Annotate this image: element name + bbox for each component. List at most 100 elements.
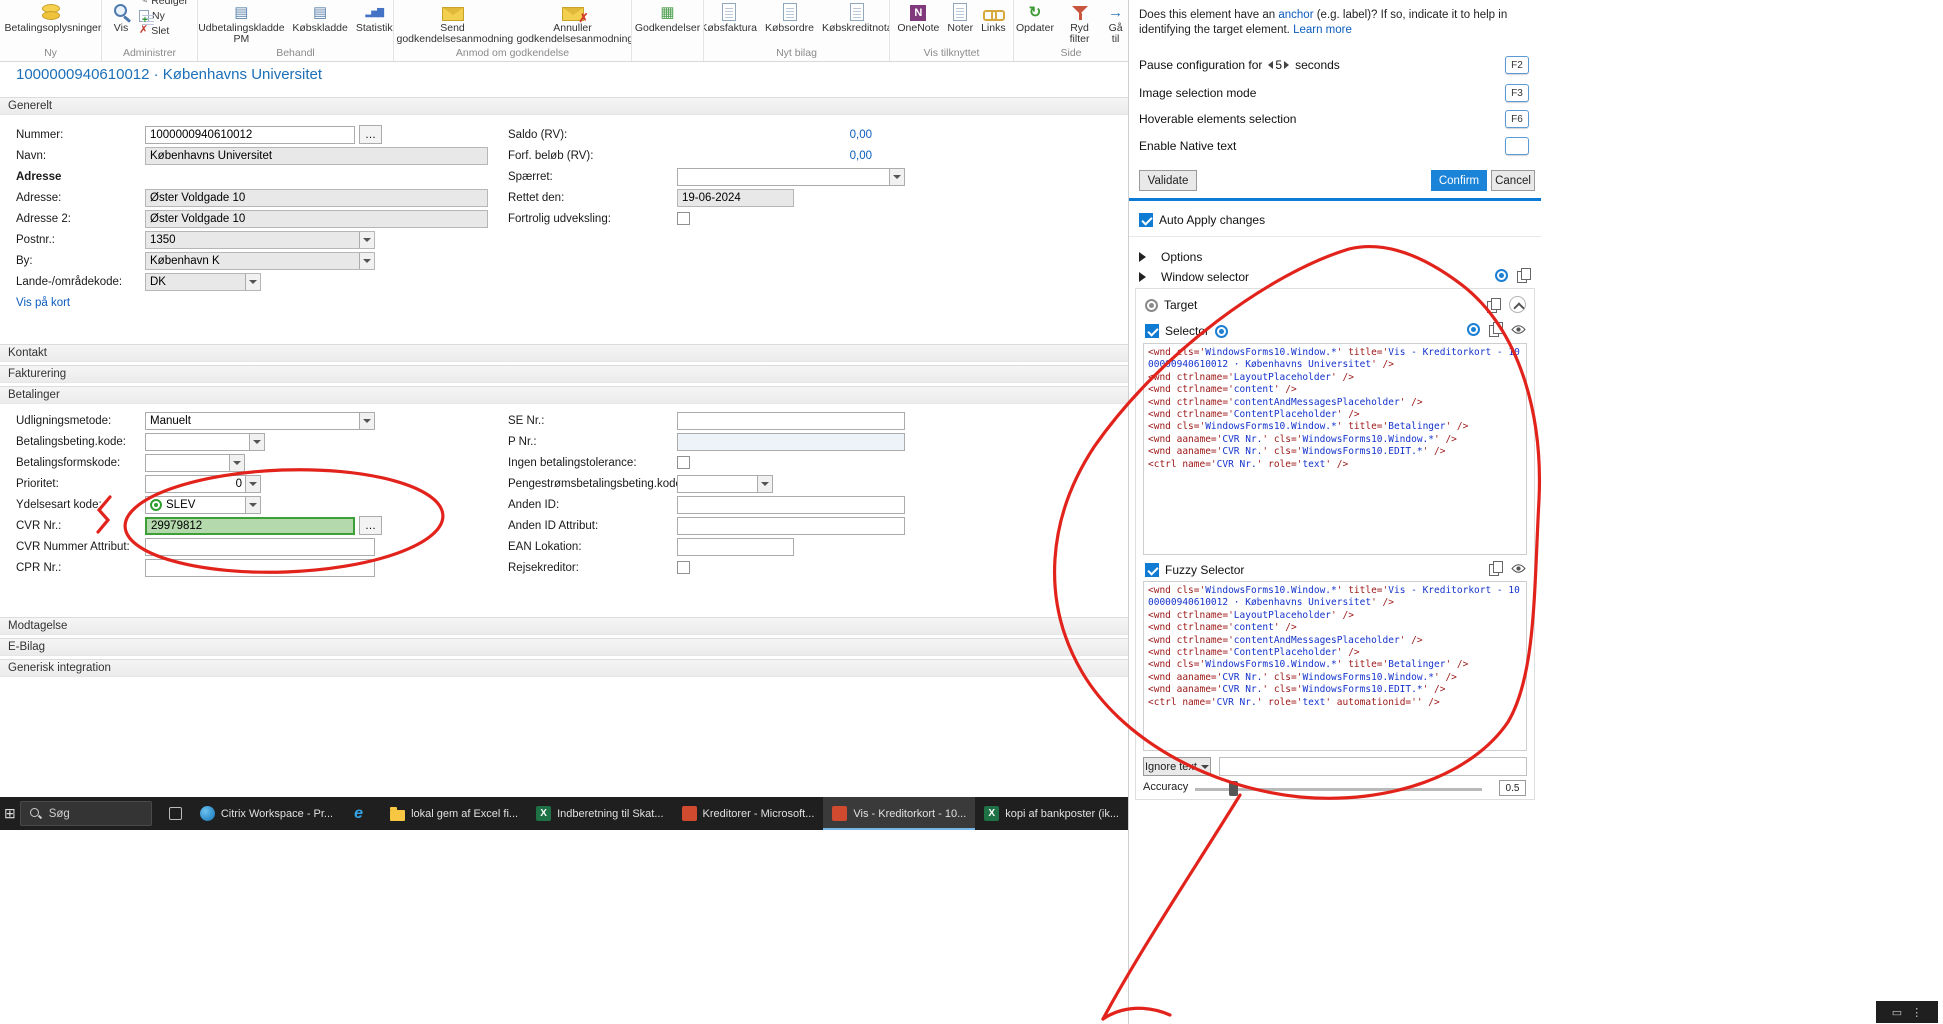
ignore-text-input[interactable] xyxy=(1219,757,1527,776)
forf-belob-value[interactable]: 0,00 xyxy=(677,150,872,162)
ribbon-betalingsoplysninger[interactable]: Betalingsoplysninger xyxy=(5,0,101,34)
accuracy-value[interactable]: 0.5 xyxy=(1499,780,1526,796)
confirm-button[interactable]: Confirm xyxy=(1431,170,1487,191)
selector-checkbox[interactable] xyxy=(1145,324,1159,338)
section-ebilag[interactable]: E-Bilag xyxy=(0,638,1128,656)
target-header[interactable]: Target xyxy=(1145,296,1527,314)
ribbon-send-godkendelse[interactable]: Send godkendelsesanmodning xyxy=(397,0,513,45)
ribbon-godkendelser[interactable]: ▦ Godkendelser xyxy=(635,0,700,34)
landekode-dropdown[interactable]: DK xyxy=(145,272,261,291)
system-tray-fragment[interactable]: ▭ ⋮ xyxy=(1876,1001,1938,1023)
ribbon-udbetalingskladde[interactable]: ▤ Udbetalingskladde PM xyxy=(198,0,284,45)
tolerance-checkbox[interactable] xyxy=(677,456,690,469)
start-button[interactable]: ⊞ xyxy=(0,805,20,822)
caret-down-icon[interactable] xyxy=(359,252,374,269)
increase-arrow-icon[interactable] xyxy=(1284,61,1293,69)
taskbar-item-citrix[interactable]: Citrix Workspace - Pr... xyxy=(191,797,342,830)
section-modtagelse[interactable]: Modtagelse xyxy=(0,617,1128,635)
indicate-target-icon[interactable] xyxy=(1495,268,1508,282)
navn-input[interactable]: Københavns Universitet xyxy=(145,146,488,165)
cvr-lookup-button[interactable]: … xyxy=(359,516,382,535)
udligningsmetode-dropdown[interactable]: Manuelt xyxy=(145,411,375,430)
pengestroms-dropdown[interactable] xyxy=(677,474,773,493)
betalingsbeting-dropdown[interactable] xyxy=(145,432,265,451)
caret-down-icon[interactable] xyxy=(245,496,260,513)
section-generelt[interactable]: Generelt xyxy=(0,97,1128,115)
caret-down-icon[interactable] xyxy=(249,433,264,450)
nummer-lookup-button[interactable]: … xyxy=(359,125,382,144)
rettet-den-input[interactable]: 19-06-2024 xyxy=(677,188,794,207)
prioritet-dropdown[interactable]: 0 xyxy=(145,474,261,493)
cvr-attribut-input[interactable] xyxy=(145,537,375,556)
fortrolig-checkbox[interactable] xyxy=(677,212,690,225)
caret-down-icon[interactable] xyxy=(245,273,260,290)
anden-id-input[interactable] xyxy=(677,495,905,514)
taskbar-item-edge[interactable]: e xyxy=(342,797,381,830)
auto-apply-checkbox[interactable] xyxy=(1139,213,1153,227)
taskbar-item-folder[interactable]: lokal gem af Excel fi... xyxy=(381,797,527,830)
decrease-arrow-icon[interactable] xyxy=(1264,61,1274,69)
ribbon-rediger[interactable]: ✎ Rediger xyxy=(139,0,188,8)
caret-down-icon[interactable] xyxy=(359,231,374,248)
collapse-chevron-icon[interactable] xyxy=(1509,296,1526,313)
postnr-dropdown[interactable]: 1350 xyxy=(145,230,375,249)
caret-down-icon[interactable] xyxy=(359,412,374,429)
copy-icon[interactable] xyxy=(1489,322,1503,337)
copy-icon[interactable] xyxy=(1487,297,1501,313)
ribbon-kobskreditnota[interactable]: Købskreditnota xyxy=(822,0,889,34)
eye-icon[interactable] xyxy=(1511,324,1526,335)
ribbon-links[interactable]: Links xyxy=(981,0,1006,34)
caret-down-icon[interactable] xyxy=(757,475,772,492)
ribbon-vis[interactable]: Vis xyxy=(111,0,131,34)
ribbon-noter[interactable]: Noter xyxy=(947,0,973,34)
taskbar-item-indberetning[interactable]: X Indberetning til Skat... xyxy=(527,797,672,830)
ribbon-statistik[interactable]: ▂▅▇ Statistik xyxy=(356,0,393,34)
rejsekreditor-checkbox[interactable] xyxy=(677,561,690,574)
ribbon-ga-til[interactable]: → Gå til xyxy=(1105,0,1126,45)
anden-id-attribut-input[interactable] xyxy=(677,516,905,535)
caret-down-icon[interactable] xyxy=(889,168,904,185)
options-collapsible[interactable]: Options xyxy=(1139,248,1533,266)
caret-down-icon[interactable] xyxy=(229,454,244,471)
copy-icon[interactable] xyxy=(1489,561,1503,576)
ribbon-kobskladde[interactable]: ▤ Købskladde xyxy=(292,0,347,34)
cancel-button[interactable]: Cancel xyxy=(1491,170,1535,191)
ribbon-opdater[interactable]: ↻ Opdater xyxy=(1016,0,1054,34)
p-nr-input[interactable] xyxy=(677,432,905,451)
ignore-text-dropdown[interactable]: Ignore text xyxy=(1143,757,1211,776)
cpr-input[interactable] xyxy=(145,558,375,577)
fuzzy-selector-checkbox[interactable] xyxy=(1145,563,1159,577)
ribbon-ryd-filter[interactable]: Ryd filter xyxy=(1062,0,1097,45)
betalingsformskode-dropdown[interactable] xyxy=(145,453,245,472)
taskbar-search[interactable]: Søg xyxy=(19,801,152,826)
copy-icon[interactable] xyxy=(1517,268,1531,283)
spaerret-dropdown[interactable] xyxy=(677,167,905,186)
window-selector-collapsible[interactable]: Window selector xyxy=(1139,268,1533,286)
section-kontakt[interactable]: Kontakt xyxy=(0,344,1128,362)
ribbon-ny-small[interactable]: Ny xyxy=(139,8,188,25)
vis-pa-kort-link[interactable]: Vis på kort xyxy=(16,297,70,309)
by-dropdown[interactable]: København K xyxy=(145,251,375,270)
validate-button[interactable]: Validate xyxy=(1139,170,1197,191)
selector-code-editor[interactable]: <wnd cls='WindowsForms10.Window.*' title… xyxy=(1143,343,1527,555)
adresse2-input[interactable]: Øster Voldgade 10 xyxy=(145,209,488,228)
section-betalinger[interactable]: Betalinger xyxy=(0,386,1128,404)
cvr-input[interactable]: 29979812 xyxy=(145,516,355,535)
section-generisk-integration[interactable]: Generisk integration xyxy=(0,659,1128,677)
nummer-input[interactable]: 1000000940610012 xyxy=(145,125,355,144)
learn-more-link[interactable]: Learn more xyxy=(1293,24,1352,36)
ribbon-kobsfaktura[interactable]: Købsfaktura xyxy=(704,0,757,34)
taskbar-item-kreditorkort[interactable]: Vis - Kreditorkort - 10... xyxy=(823,797,976,830)
ean-lokation-input[interactable] xyxy=(677,537,794,556)
eye-icon[interactable] xyxy=(1511,563,1526,574)
se-nr-input[interactable] xyxy=(677,411,905,430)
taskbar-item-kreditorer[interactable]: Kreditorer - Microsoft... xyxy=(673,797,824,830)
saldo-value[interactable]: 0,00 xyxy=(677,129,872,141)
section-fakturering[interactable]: Fakturering xyxy=(0,365,1128,383)
ribbon-onenote[interactable]: N OneNote xyxy=(897,0,939,34)
caret-down-icon[interactable] xyxy=(245,475,260,492)
anchor-word[interactable]: anchor xyxy=(1278,9,1313,21)
adresse-input[interactable]: Øster Voldgade 10 xyxy=(145,188,488,207)
ribbon-kobsordre[interactable]: Købsordre xyxy=(765,0,814,34)
indicate-target-icon[interactable] xyxy=(1467,322,1480,336)
